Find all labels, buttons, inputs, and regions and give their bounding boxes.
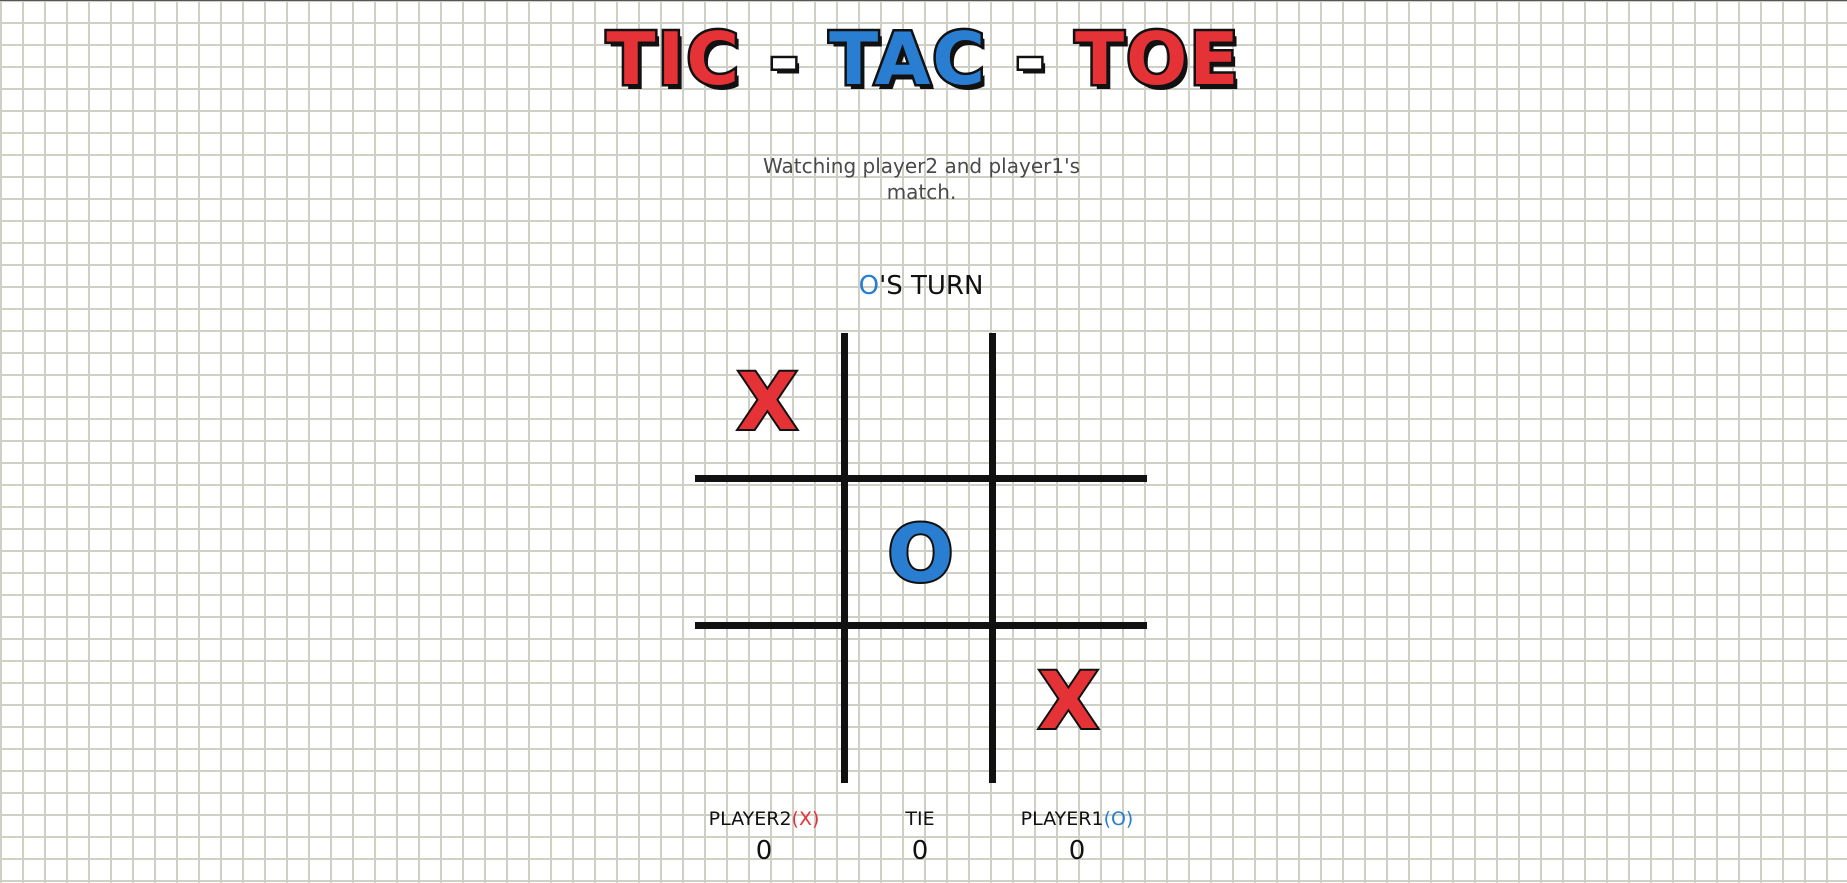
board-cell-1[interactable]: X (695, 330, 840, 475)
x-mark: X (735, 357, 799, 448)
score-tie-value: 0 (911, 836, 929, 866)
board-cell-2[interactable] (848, 330, 993, 475)
game-board: X O X (695, 330, 1147, 783)
top-border (0, 0, 1847, 1)
title-dash-1: - (767, 15, 802, 104)
title-tic: TIC (604, 15, 742, 104)
board-line-vertical-1 (841, 333, 848, 783)
turn-indicator: O'S TURN (0, 270, 1842, 302)
player-o-name: PLAYER1 (1020, 808, 1104, 830)
score-player-o-value: 0 (1068, 836, 1086, 866)
title-tac: TAC (827, 15, 988, 104)
x-mark: X (1036, 656, 1100, 747)
board-cell-6[interactable] (996, 482, 1141, 627)
board-cell-7[interactable] (695, 629, 840, 774)
board-cell-8[interactable] (848, 629, 993, 774)
score-player-o-label: PLAYER1(O) (1007, 805, 1147, 833)
score-player-o: PLAYER1(O) 0 (1007, 805, 1147, 869)
board-cell-4[interactable] (695, 482, 840, 627)
board-line-horizontal-1 (695, 475, 1147, 482)
player-o-symbol: (O) (1103, 808, 1134, 830)
game-title: TIC - TAC - TOE (0, 14, 1847, 104)
turn-text: 'S TURN (879, 271, 984, 301)
score-tie: TIE 0 (860, 805, 980, 869)
score-tie-label: TIE (905, 808, 935, 830)
player-x-name: PLAYER2 (708, 808, 792, 830)
score-player-x-label: PLAYER2(X) (694, 805, 834, 833)
score-player-x: PLAYER2(X) 0 (694, 805, 834, 869)
board-cell-5[interactable]: O (848, 482, 993, 627)
title-toe: TOE (1073, 15, 1242, 104)
turn-mark: O (858, 271, 880, 301)
spectator-message: Watching player2 and player1's match. (762, 154, 1080, 204)
board-cell-9[interactable]: X (996, 629, 1141, 774)
score-player-x-value: 0 (755, 836, 773, 866)
title-dash-2: - (1013, 15, 1048, 104)
board-cell-3[interactable] (996, 330, 1141, 475)
player-x-symbol: (X) (791, 808, 820, 830)
o-mark: O (885, 509, 955, 600)
